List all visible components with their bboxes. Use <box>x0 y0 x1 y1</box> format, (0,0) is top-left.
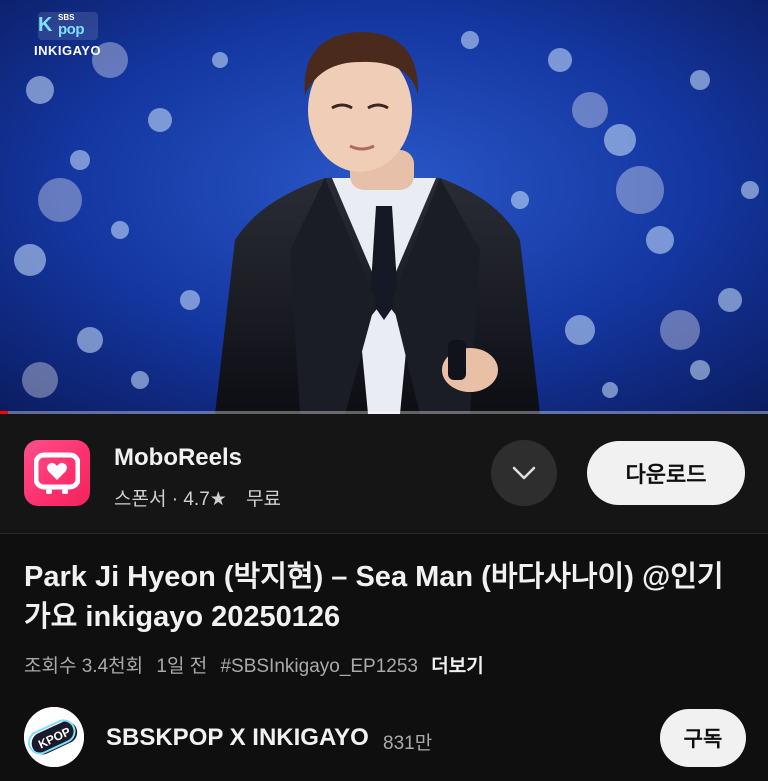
logo-inkigayo-text: INKIGAYO <box>34 43 102 58</box>
ad-app-name[interactable]: MoboReels <box>114 444 242 472</box>
chevron-down-icon <box>512 466 536 480</box>
view-count: 조회수 3.4천회 <box>24 656 144 677</box>
channel-name[interactable]: SBSKPOP X INKIGAYO <box>106 724 369 752</box>
kpop-logo-avatar: KPOP <box>24 707 84 767</box>
upload-age: 1일 전 <box>156 656 208 677</box>
expand-ad-button[interactable] <box>491 440 557 506</box>
more-button[interactable]: 더보기 <box>431 656 483 677</box>
download-button[interactable]: 다운로드 <box>587 441 745 505</box>
sponsored-app-ad[interactable]: MoboReels 스폰서 · 4.7★ 무료 다운로드 <box>0 414 768 534</box>
video-title[interactable]: Park Ji Hyeon (박지현) – Sea Man (바다사나이) @인… <box>24 557 744 637</box>
video-frame <box>0 0 768 414</box>
ad-meta: 스폰서 · 4.7★ 무료 <box>114 484 281 511</box>
hashtag-link[interactable]: #SBSInkigayo_EP1253 <box>220 656 418 677</box>
logo-pop-text: pop <box>58 21 85 38</box>
sponsor-label: 스폰서 <box>114 489 167 510</box>
meta-separator: · <box>171 489 179 510</box>
sbs-kpop-inkigayo-logo: K SBS pop INKIGAYO <box>34 12 104 60</box>
ad-rating: 4.7★ <box>183 489 227 510</box>
video-player[interactable]: K SBS pop INKIGAYO <box>0 0 768 414</box>
ad-price: 무료 <box>246 489 282 510</box>
heart-tv-icon <box>34 452 80 494</box>
video-meta[interactable]: 조회수 3.4천회 1일 전 #SBSInkigayo_EP1253 더보기 <box>24 651 492 678</box>
subscribe-button[interactable]: 구독 <box>660 709 746 767</box>
moboreels-app-icon[interactable] <box>24 440 90 506</box>
channel-avatar[interactable]: KPOP <box>24 707 84 767</box>
logo-k-letter: K <box>38 14 53 36</box>
subscriber-count: 831만 <box>383 733 433 754</box>
